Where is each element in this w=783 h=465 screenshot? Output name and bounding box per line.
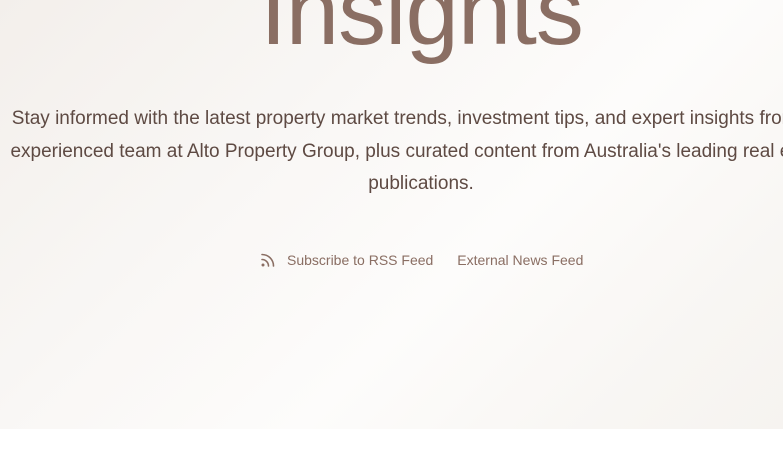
subscribe-rss-link[interactable]: Subscribe to RSS Feed <box>259 251 433 269</box>
description-line: experienced team at Alto Property Group,… <box>10 140 783 162</box>
page-title: Insights <box>260 0 584 65</box>
feed-links: Subscribe to RSS Feed External News Feed <box>259 248 583 272</box>
description-line: publications. <box>368 173 474 194</box>
insights-hero: Insights Stay informed with the latest p… <box>0 0 783 429</box>
hero-description: Stay informed with the latest property m… <box>0 103 783 201</box>
rss-icon <box>259 251 277 269</box>
subscribe-rss-label: Subscribe to RSS Feed <box>287 252 434 268</box>
description-line: Stay informed with the latest property m… <box>11 108 783 129</box>
external-news-feed-link[interactable]: External News Feed <box>457 252 583 268</box>
